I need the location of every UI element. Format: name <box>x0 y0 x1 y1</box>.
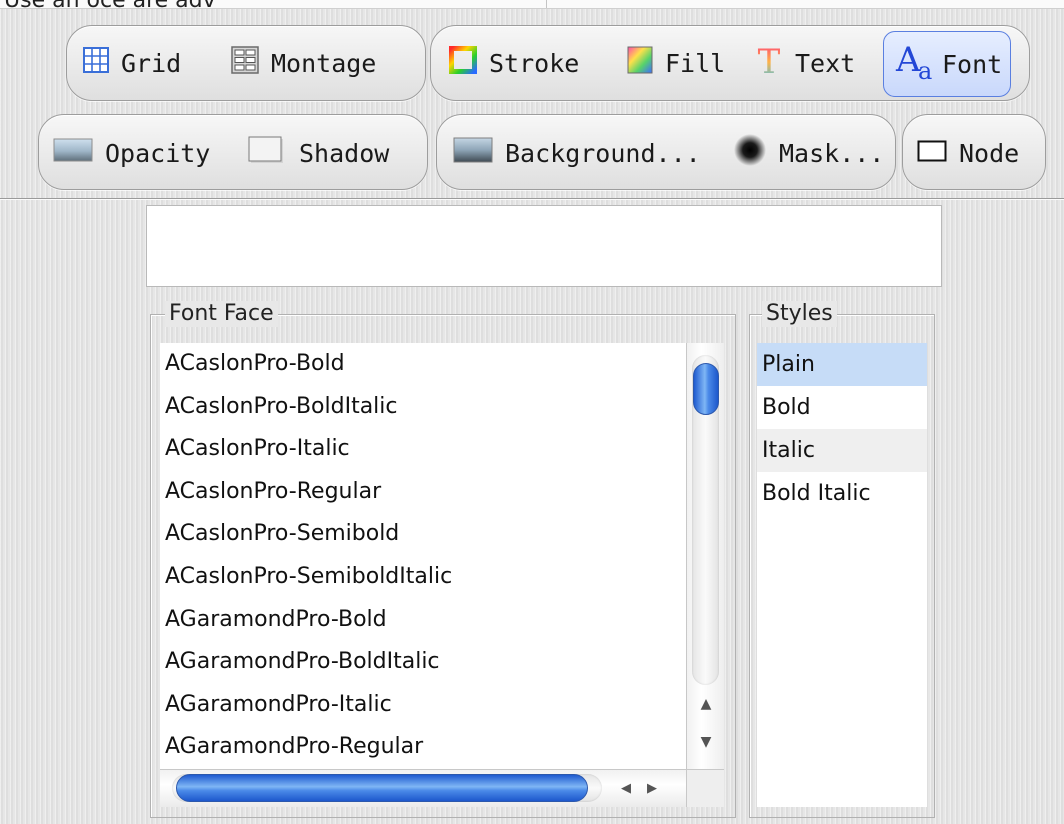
text-label: Text <box>795 48 856 78</box>
font-face-item[interactable]: ACaslonPro-Semibold <box>160 513 686 556</box>
styles-list[interactable]: Plain Bold Italic Bold Italic <box>757 343 927 807</box>
grid-icon <box>83 47 109 79</box>
styles-title: Styles <box>762 301 837 327</box>
mask-label: Mask... <box>779 138 885 168</box>
font-face-item[interactable]: AGaramondPro-Bold <box>160 599 686 642</box>
toolbar-group-style: Stroke Fill T Text A a Font <box>430 25 1030 101</box>
font-face-item[interactable]: AGaramondPro-Italic <box>160 684 686 727</box>
style-item-bold[interactable]: Bold <box>757 386 927 429</box>
shadow-button[interactable]: Shadow <box>247 133 389 173</box>
font-face-item[interactable]: AGaramondPro-Regular <box>160 726 686 769</box>
mask-button[interactable]: Mask... <box>733 133 884 173</box>
fill-label: Fill <box>665 48 726 78</box>
toolbar-separator-highlight <box>0 199 1064 200</box>
fill-button[interactable]: Fill <box>627 43 725 83</box>
font-face-item[interactable]: AGaramondPro-BoldItalic <box>160 641 686 684</box>
shadow-label: Shadow <box>299 138 390 168</box>
stroke-button[interactable]: Stroke <box>449 43 579 83</box>
font-face-item[interactable]: ACaslonPro-Regular <box>160 471 686 514</box>
top-strip: Use an oce are adv <box>0 0 1064 9</box>
mask-icon <box>733 133 767 173</box>
scroll-up-arrow-icon[interactable]: ▲ <box>695 689 717 719</box>
text-icon-glyph: T <box>758 44 781 76</box>
text-icon: T <box>755 42 783 82</box>
strip-divider <box>546 0 547 8</box>
montage-button[interactable]: Montage <box>231 43 376 83</box>
grid-label: Grid <box>121 48 182 78</box>
toolbar-group-node: Node <box>902 114 1046 190</box>
font-face-item[interactable]: ACaslonPro-BoldItalic <box>160 386 686 429</box>
vertical-scroll-thumb[interactable] <box>693 363 719 415</box>
font-icon: A a <box>894 39 936 89</box>
font-preview-box <box>146 205 942 287</box>
scroll-down-arrow-icon[interactable]: ▼ <box>695 727 717 757</box>
font-icon-small: a <box>918 57 932 83</box>
montage-label: Montage <box>271 48 377 78</box>
node-icon <box>917 139 947 168</box>
montage-icon <box>231 46 259 80</box>
font-face-item[interactable]: ACaslonPro-Bold <box>160 343 686 386</box>
background-label: Background... <box>505 138 701 168</box>
background-button[interactable]: Background... <box>453 133 701 173</box>
node-label: Node <box>959 138 1020 168</box>
style-item-plain[interactable]: Plain <box>757 343 927 386</box>
stroke-icon <box>449 46 477 80</box>
node-button[interactable]: Node <box>917 133 1019 173</box>
font-button[interactable]: A a Font <box>883 31 1012 97</box>
opacity-label: Opacity <box>105 138 211 168</box>
stroke-label: Stroke <box>489 48 580 78</box>
font-face-item[interactable]: ACaslonPro-SemiboldItalic <box>160 556 686 599</box>
style-item-bold-italic[interactable]: Bold Italic <box>757 472 927 515</box>
font-list-horizontal-scrollbar[interactable]: ◀ ▶ <box>160 769 686 807</box>
scroll-left-arrow-icon[interactable]: ◀ <box>614 774 638 802</box>
font-face-title: Font Face <box>165 301 278 327</box>
font-label: Font <box>942 49 1003 79</box>
fill-icon <box>627 46 653 80</box>
toolbar-group-effects: Opacity Shadow <box>38 114 428 190</box>
text-button[interactable]: T Text <box>755 42 856 83</box>
scroll-corner <box>686 769 724 807</box>
font-face-list[interactable]: ACaslonPro-Bold ACaslonPro-BoldItalic AC… <box>160 343 686 769</box>
background-icon <box>453 137 493 169</box>
opacity-icon <box>53 138 93 168</box>
header-partial-text: Use an oce are adv <box>4 0 216 8</box>
opacity-button[interactable]: Opacity <box>53 133 210 173</box>
font-list-vertical-scrollbar[interactable]: ▲ ▼ <box>686 343 724 769</box>
scroll-right-arrow-icon[interactable]: ▶ <box>640 774 664 802</box>
style-item-italic[interactable]: Italic <box>757 429 927 472</box>
grid-button[interactable]: Grid <box>83 43 181 83</box>
toolbar-group-image: Background... Mask... <box>436 114 896 190</box>
shadow-icon <box>247 135 287 171</box>
horizontal-scroll-thumb[interactable] <box>176 774 588 802</box>
font-face-item[interactable]: ACaslonPro-Italic <box>160 428 686 471</box>
toolbar-group-layout: Grid Montage <box>66 25 426 101</box>
